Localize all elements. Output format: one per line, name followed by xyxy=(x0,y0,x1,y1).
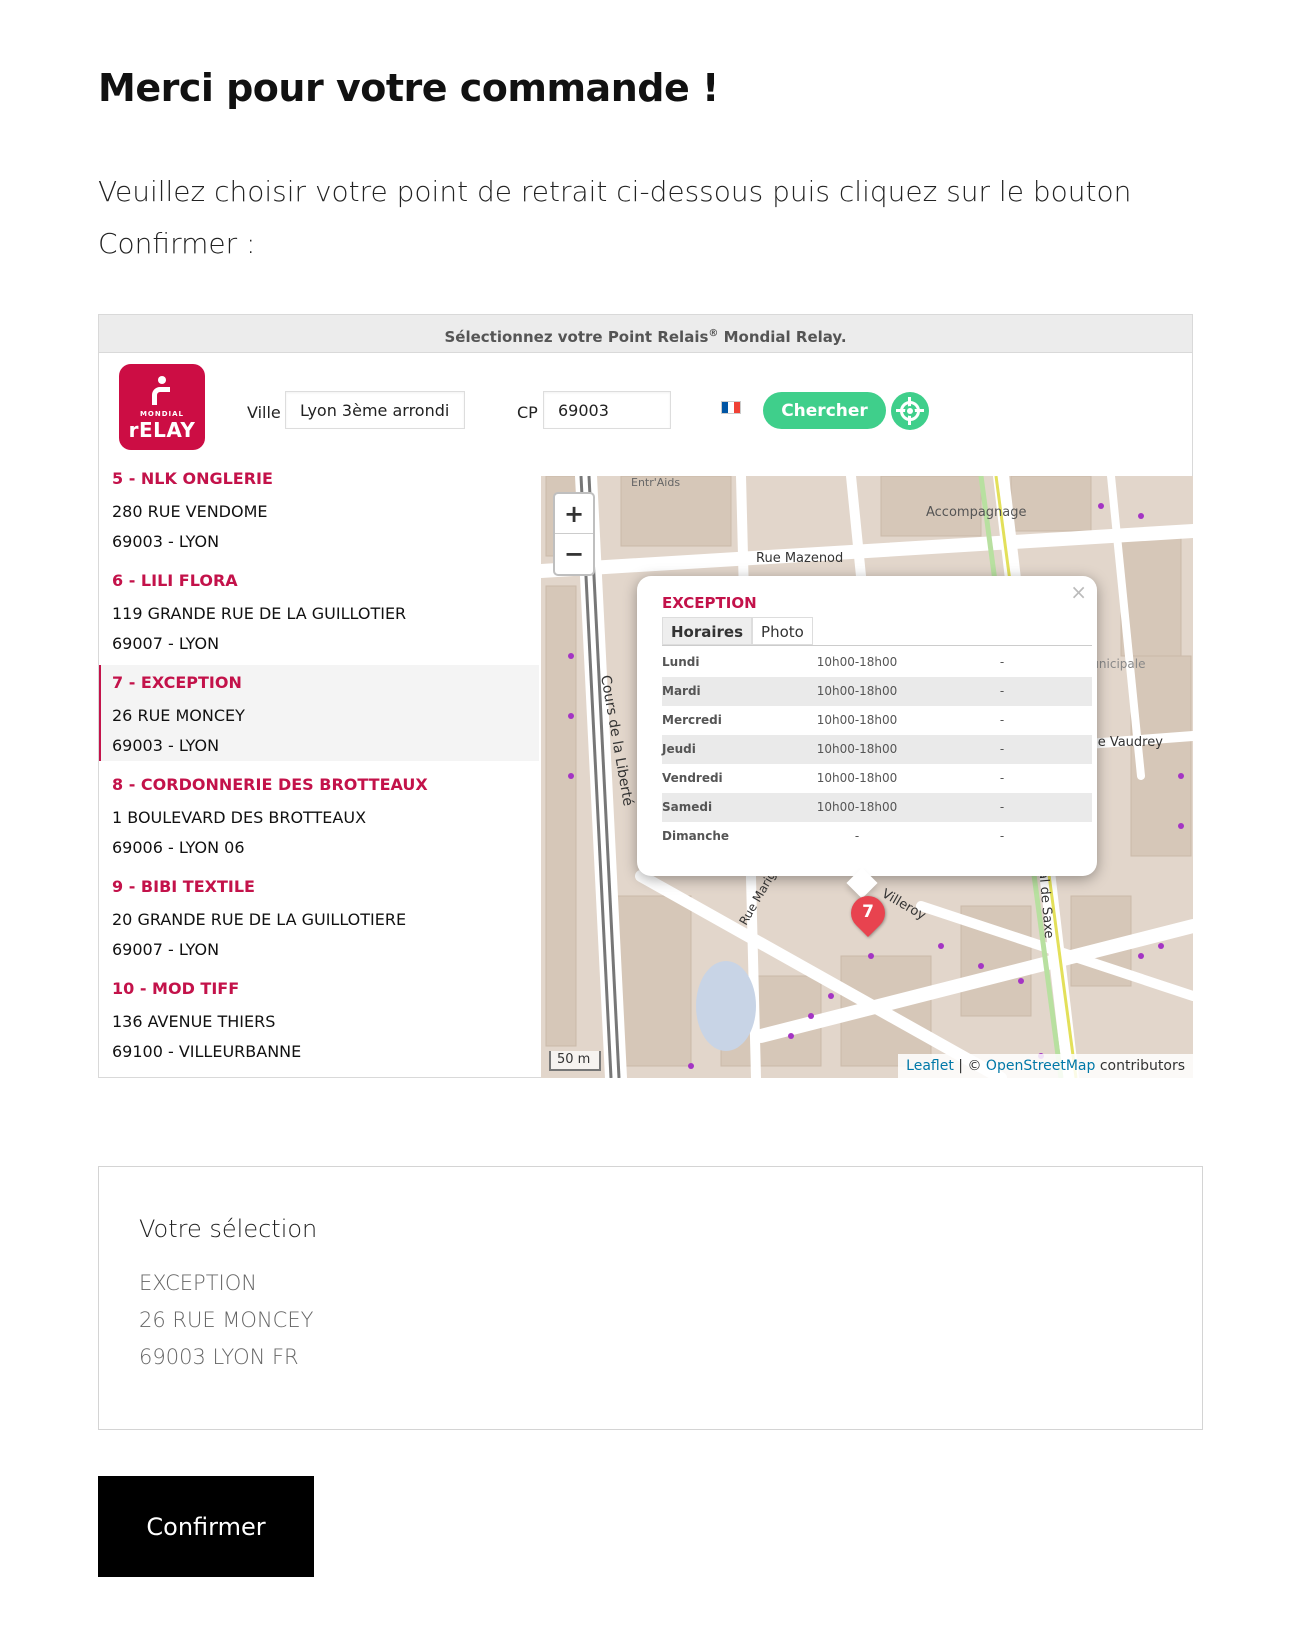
hours-morning: 10h00-18h00 xyxy=(816,742,898,756)
relay-city: 69007 - LYON xyxy=(112,940,220,959)
attribution-tail: contributors xyxy=(1095,1058,1185,1074)
cp-input[interactable] xyxy=(543,391,671,429)
osm-link[interactable]: OpenStreetMap xyxy=(986,1058,1095,1074)
widget-header-text: Sélectionnez votre Point Relais xyxy=(444,328,709,346)
selection-street: 26 RUE MONCEY xyxy=(139,1308,314,1332)
tab-photo[interactable]: Photo xyxy=(752,617,813,645)
hours-row: Dimanche - - xyxy=(662,822,1092,851)
city-label: Ville xyxy=(247,403,281,422)
relay-name: 8 - CORDONNERIE DES BROTTEAUX xyxy=(112,775,428,794)
hours-day: Vendredi xyxy=(662,771,723,785)
opening-hours-table: Lundi 10h00-18h00 - Mardi 10h00-18h00 - Merc… xyxy=(662,648,1092,851)
hours-afternoon: - xyxy=(999,800,1005,814)
relay-street: 119 GRANDE RUE DE LA GUILLOTIER xyxy=(112,604,407,623)
hours-row: Mardi 10h00-18h00 - xyxy=(662,677,1092,706)
hours-afternoon: - xyxy=(999,684,1005,698)
page-title: Merci pour votre commande ! xyxy=(98,66,719,110)
relay-city: 69003 - LYON xyxy=(112,532,220,551)
hours-morning: 10h00-18h00 xyxy=(816,800,898,814)
relay-list: 5 - NLK ONGLERIE 280 RUE VENDOME 69003 -… xyxy=(99,461,539,1073)
hours-row: Jeudi 10h00-18h00 - xyxy=(662,735,1092,764)
relay-item[interactable]: 6 - LILI FLORA 119 GRANDE RUE DE LA GUIL… xyxy=(99,563,539,665)
map[interactable]: Rue Mazenod Rue Vaudrey Accompagnage Ent… xyxy=(541,476,1193,1078)
relay-name: 5 - NLK ONGLERIE xyxy=(112,469,273,488)
mondial-relay-logo: MONDIAL rELAY xyxy=(119,364,205,450)
zoom-out-button[interactable]: − xyxy=(555,534,593,574)
relay-street: 20 GRANDE RUE DE LA GUILLOTIERE xyxy=(112,910,407,929)
logo-small-text: MONDIAL xyxy=(139,410,185,418)
relay-name: 7 - EXCEPTION xyxy=(112,673,242,692)
relay-mark-icon xyxy=(152,376,172,406)
street-label: Rue Mazenod xyxy=(756,551,843,566)
relay-city: 69003 - LYON xyxy=(112,736,220,755)
crosshair-icon[interactable] xyxy=(891,392,929,430)
selection-name: EXCEPTION xyxy=(139,1271,257,1295)
selection-box: Votre sélection EXCEPTION 26 RUE MONCEY … xyxy=(98,1166,1203,1430)
map-scale: 50 m xyxy=(549,1051,601,1071)
hours-row: Lundi 10h00-18h00 - xyxy=(662,648,1092,677)
search-button[interactable]: Chercher xyxy=(763,392,886,429)
hours-day: Jeudi xyxy=(662,742,696,756)
hours-afternoon: - xyxy=(999,713,1005,727)
relay-item-selected[interactable]: 7 - EXCEPTION 26 RUE MONCEY 69003 - LYON xyxy=(99,665,539,761)
relay-widget: Sélectionnez votre Point Relais® Mondial… xyxy=(98,314,1193,1078)
relay-item[interactable]: 5 - NLK ONGLERIE 280 RUE VENDOME 69003 -… xyxy=(99,461,539,563)
street-label: Entr'Aids xyxy=(631,476,680,489)
hours-afternoon: - xyxy=(999,771,1005,785)
relay-name: 9 - BIBI TEXTILE xyxy=(112,877,255,896)
hours-afternoon: - xyxy=(999,742,1005,756)
hours-morning: 10h00-18h00 xyxy=(816,655,898,669)
close-icon[interactable]: × xyxy=(1070,580,1087,604)
map-marker-number: 7 xyxy=(862,902,874,922)
hours-day: Samedi xyxy=(662,800,713,814)
tab-hours[interactable]: Horaires xyxy=(662,617,753,645)
hours-morning: 10h00-18h00 xyxy=(816,771,898,785)
leaflet-link[interactable]: Leaflet xyxy=(906,1058,954,1074)
relay-item[interactable]: 10 - MOD TIFF 136 AVENUE THIERS 69100 - … xyxy=(99,971,539,1073)
hours-row: Vendredi 10h00-18h00 - xyxy=(662,764,1092,793)
hours-afternoon: - xyxy=(999,829,1005,843)
zoom-in-button[interactable]: + xyxy=(555,494,593,534)
selection-city: 69003 LYON FR xyxy=(139,1345,299,1369)
zoom-control: + − xyxy=(553,492,595,576)
hours-morning: 10h00-18h00 xyxy=(816,713,898,727)
relay-city: 69007 - LYON xyxy=(112,634,220,653)
relay-street: 136 AVENUE THIERS xyxy=(112,1012,276,1031)
map-attribution: Leaflet | © OpenStreetMap contributors xyxy=(898,1054,1193,1078)
cp-label: CP xyxy=(517,403,538,422)
city-input[interactable] xyxy=(285,391,465,429)
relay-item[interactable]: 8 - CORDONNERIE DES BROTTEAUX 1 BOULEVAR… xyxy=(99,767,539,869)
registered-mark: ® xyxy=(708,328,719,339)
instructions-text: Veuillez choisir votre point de retrait … xyxy=(98,175,1132,260)
attribution-separator: | © xyxy=(953,1058,986,1074)
relay-street: 26 RUE MONCEY xyxy=(112,706,245,725)
relay-name: 6 - LILI FLORA xyxy=(112,571,238,590)
relay-city: 69100 - VILLEURBANNE xyxy=(112,1042,302,1061)
france-flag-icon[interactable] xyxy=(721,401,741,414)
hours-day: Dimanche xyxy=(662,829,730,843)
selection-title: Votre sélection xyxy=(139,1215,318,1243)
relay-city: 69006 - LYON 06 xyxy=(112,838,245,857)
popup-tabs: Horaires Photo xyxy=(662,617,813,645)
hours-row: Mercredi 10h00-18h00 - xyxy=(662,706,1092,735)
hours-day: Mardi xyxy=(662,684,701,698)
logo-big-text: rELAY xyxy=(128,418,196,442)
hours-day: Mercredi xyxy=(662,713,722,727)
relay-popup: × EXCEPTION Horaires Photo Lundi 10h00-18… xyxy=(637,576,1097,876)
flag-stripe-red xyxy=(734,402,740,413)
popup-title: EXCEPTION xyxy=(662,594,757,612)
widget-header: Sélectionnez votre Point Relais® Mondial… xyxy=(99,315,1192,353)
hours-morning: 10h00-18h00 xyxy=(816,684,898,698)
hours-day: Lundi xyxy=(662,655,700,669)
hours-afternoon: - xyxy=(999,655,1005,669)
widget-header-suffix: Mondial Relay. xyxy=(718,328,847,346)
relay-street: 1 BOULEVARD DES BROTTEAUX xyxy=(112,808,367,827)
confirm-button[interactable]: Confirmer xyxy=(98,1476,314,1577)
relay-item[interactable]: 9 - BIBI TEXTILE 20 GRANDE RUE DE LA GUI… xyxy=(99,869,539,971)
relay-name: 10 - MOD TIFF xyxy=(112,979,240,998)
hours-row: Samedi 10h00-18h00 - xyxy=(662,793,1092,822)
hours-morning: - xyxy=(854,829,860,843)
street-label: Accompagnage xyxy=(926,505,1027,520)
relay-street: 280 RUE VENDOME xyxy=(112,502,268,521)
